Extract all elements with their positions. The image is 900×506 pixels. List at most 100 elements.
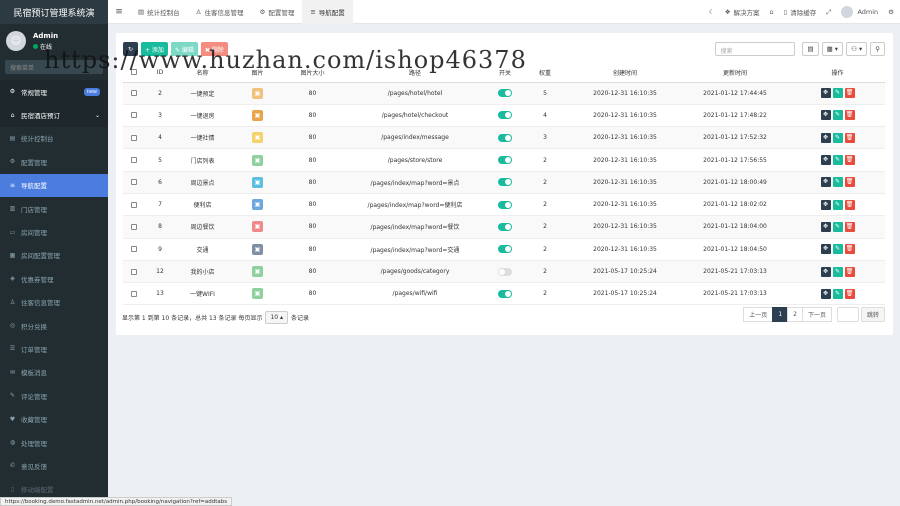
sidebar-item[interactable]: ◎ 积分兑换 — [0, 314, 108, 337]
trash-icon[interactable]: 🗑 — [844, 132, 855, 143]
trash-icon[interactable]: 🗑 — [844, 199, 855, 210]
edit-icon[interactable]: ✎ — [832, 199, 843, 210]
nav-image-icon[interactable]: ▣ — [252, 132, 263, 144]
edit-icon[interactable]: ✎ — [832, 88, 843, 99]
edit-icon[interactable]: ✎ — [832, 155, 843, 166]
search-input[interactable]: 搜索 — [715, 42, 796, 56]
solutions-link[interactable]: ❖ 解决方案 — [725, 7, 760, 17]
edit-icon[interactable]: ✎ — [832, 132, 843, 143]
edit-icon[interactable]: ✎ — [832, 221, 843, 232]
sidebar-item[interactable]: ⚙ 配置管理 — [0, 150, 108, 173]
row-checkbox[interactable] — [131, 134, 137, 141]
clear-cache-button[interactable]: ▯ 清除缓存 — [784, 7, 817, 17]
row-checkbox-cell[interactable] — [123, 82, 145, 105]
row-checkbox[interactable] — [131, 290, 137, 297]
sidebar-item[interactable]: ✆ 意见反馈 — [0, 454, 108, 477]
nav-image-icon[interactable]: ▣ — [252, 266, 263, 278]
sidebar-item[interactable]: ▭ 房间管理 — [0, 220, 108, 243]
drag-icon[interactable]: ✥ — [820, 110, 831, 121]
drag-icon[interactable]: ✥ — [820, 177, 831, 188]
trash-icon[interactable]: 🗑 — [844, 244, 855, 255]
trash-icon[interactable]: 🗑 — [844, 88, 855, 99]
edit-icon[interactable]: ✎ — [832, 266, 843, 277]
toggle-view-icon[interactable]: ▤ — [802, 42, 819, 56]
nav-image-icon[interactable]: ▣ — [252, 154, 263, 166]
toggle-switch[interactable] — [498, 222, 512, 231]
sidebar-item[interactable]: ▤ 统计控制台 — [0, 127, 108, 150]
row-checkbox[interactable] — [131, 112, 137, 119]
sidebar-item[interactable]: ♥ 收藏管理 — [0, 407, 108, 430]
toggle-switch[interactable] — [498, 133, 512, 142]
next-page-button[interactable]: 下一页 — [801, 307, 832, 322]
settings-icon[interactable]: ⚙ — [888, 8, 894, 16]
go-button[interactable]: 跳转 — [860, 307, 885, 322]
toggle-switch[interactable] — [498, 156, 512, 165]
toggle-switch[interactable] — [498, 89, 512, 98]
row-checkbox-cell[interactable] — [123, 171, 145, 194]
export-icon[interactable]: ⚇ ▾ — [846, 42, 868, 56]
row-checkbox[interactable] — [131, 246, 137, 253]
row-checkbox[interactable] — [131, 179, 137, 186]
row-checkbox[interactable] — [131, 268, 137, 275]
row-checkbox-cell[interactable] — [123, 260, 145, 284]
nav-image-icon[interactable]: ▣ — [252, 199, 263, 211]
user-menu[interactable]: Admin — [841, 6, 878, 18]
nav-image-icon[interactable]: ▣ — [252, 288, 263, 300]
trash-icon[interactable]: 🗑 — [844, 110, 855, 121]
edit-icon[interactable]: ✎ — [832, 177, 843, 188]
row-checkbox-cell[interactable] — [123, 104, 145, 128]
toggle-switch[interactable] — [498, 267, 512, 276]
tab[interactable]: ≡ 导航配置 — [302, 0, 353, 24]
row-checkbox-cell[interactable] — [123, 238, 145, 261]
sidebar-item[interactable]: ⌂ 民宿酒店预订 ⌄ — [0, 103, 108, 127]
drag-icon[interactable]: ✥ — [820, 88, 831, 99]
nav-image-icon[interactable]: ▣ — [252, 176, 263, 188]
row-checkbox[interactable] — [131, 201, 137, 208]
edit-icon[interactable]: ✎ — [832, 288, 843, 299]
tab[interactable]: ⚙ 配置管理 — [251, 0, 302, 24]
dark-mode-icon[interactable]: ☾ — [709, 8, 715, 16]
trash-icon[interactable]: 🗑 — [844, 155, 855, 166]
page-1-button[interactable]: 1 — [772, 307, 789, 322]
toggle-switch[interactable] — [498, 111, 512, 120]
sidebar-item[interactable]: ✉ 模板消息 — [0, 361, 108, 384]
trash-icon[interactable]: 🗑 — [844, 221, 855, 232]
toggle-switch[interactable] — [498, 178, 512, 187]
row-checkbox[interactable] — [131, 157, 137, 164]
sidebar-item[interactable]: ♙ 住客信息管理 — [0, 291, 108, 314]
row-checkbox-cell[interactable] — [123, 126, 145, 150]
nav-image-icon[interactable]: ▣ — [252, 221, 263, 233]
page-size-select[interactable]: 10 ▴ — [265, 311, 289, 324]
sidebar-item[interactable]: ◍ 处理管理 — [0, 431, 108, 454]
menu-toggle-icon[interactable]: ≡ — [108, 7, 130, 17]
row-checkbox-cell[interactable] — [123, 193, 145, 217]
prev-page-button[interactable]: 上一页 — [743, 307, 774, 322]
sidebar-item[interactable]: ☰ 订单管理 — [0, 337, 108, 360]
columns-icon[interactable]: ▦ ▾ — [821, 42, 844, 56]
row-checkbox[interactable] — [131, 90, 137, 97]
advanced-search-icon[interactable]: ⚲ — [870, 42, 885, 56]
toggle-switch[interactable] — [498, 245, 512, 254]
sidebar-item[interactable]: ✎ 评论管理 — [0, 384, 108, 407]
sidebar-item[interactable]: ⚙ 常规管理 new — [0, 80, 108, 104]
drag-icon[interactable]: ✥ — [820, 132, 831, 143]
page-2-button[interactable]: 2 — [787, 307, 803, 322]
home-icon[interactable]: ⌂ — [770, 8, 774, 16]
sidebar-item[interactable]: ▥ 门店管理 — [0, 197, 108, 220]
trash-icon[interactable]: 🗑 — [844, 177, 855, 188]
drag-icon[interactable]: ✥ — [820, 155, 831, 166]
nav-image-icon[interactable]: ▣ — [252, 109, 263, 121]
trash-icon[interactable]: 🗑 — [844, 266, 855, 277]
page-number-input[interactable] — [836, 307, 859, 322]
sidebar-item[interactable]: ≡ 导航配置 — [0, 173, 108, 197]
row-checkbox-cell[interactable] — [123, 282, 145, 306]
trash-icon[interactable]: 🗑 — [844, 288, 855, 299]
drag-icon[interactable]: ✥ — [820, 266, 831, 277]
toggle-switch[interactable] — [498, 289, 512, 298]
drag-icon[interactable]: ✥ — [820, 199, 831, 210]
toggle-switch[interactable] — [498, 200, 512, 209]
edit-icon[interactable]: ✎ — [832, 244, 843, 255]
fullscreen-icon[interactable]: ⤢ — [826, 8, 831, 17]
tab[interactable]: ♙ 住客信息管理 — [188, 0, 252, 24]
row-checkbox[interactable] — [131, 223, 137, 230]
